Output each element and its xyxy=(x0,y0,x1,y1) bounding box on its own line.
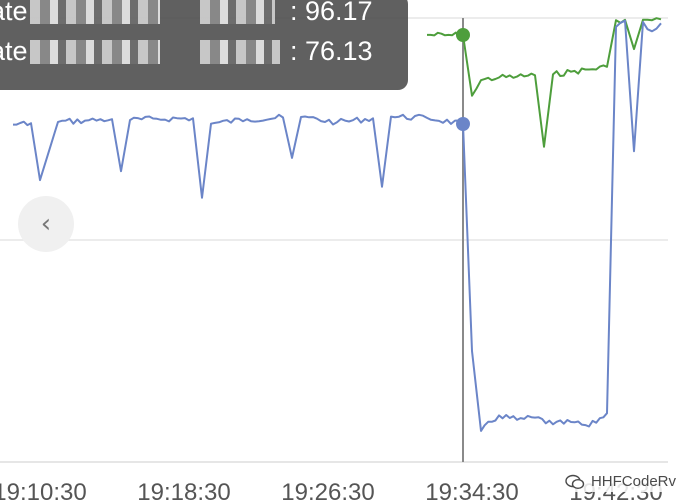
tooltip-value: : 76.13 xyxy=(290,36,373,66)
redacted-mask xyxy=(200,40,280,64)
x-tick-label: 19:34:30 xyxy=(425,479,518,500)
redacted-mask xyxy=(200,0,275,24)
x-tick-label: 19:10:30 xyxy=(0,479,87,500)
x-tick-label: 19:18:30 xyxy=(137,479,230,500)
chevron-left-icon[interactable]: ‹ xyxy=(18,196,74,252)
tooltip-value: : 96.17 xyxy=(290,0,373,26)
hover-point-1 xyxy=(456,28,470,42)
tooltip-series-name: ate xyxy=(0,0,28,26)
watermark: HHFCodeRv xyxy=(560,471,680,492)
x-tick-label: 19:26:30 xyxy=(281,479,374,500)
watermark-text: HHFCodeRv xyxy=(590,473,676,490)
wechat-icon xyxy=(565,474,585,489)
hover-point-2 xyxy=(456,117,470,131)
redacted-mask xyxy=(30,0,160,24)
tooltip-series-name: ate xyxy=(0,36,28,66)
redacted-mask xyxy=(30,40,160,64)
hover-tooltip: ate : 96.17 ate : 76.13 xyxy=(0,0,408,90)
prev-glyph: ‹ xyxy=(40,209,52,239)
